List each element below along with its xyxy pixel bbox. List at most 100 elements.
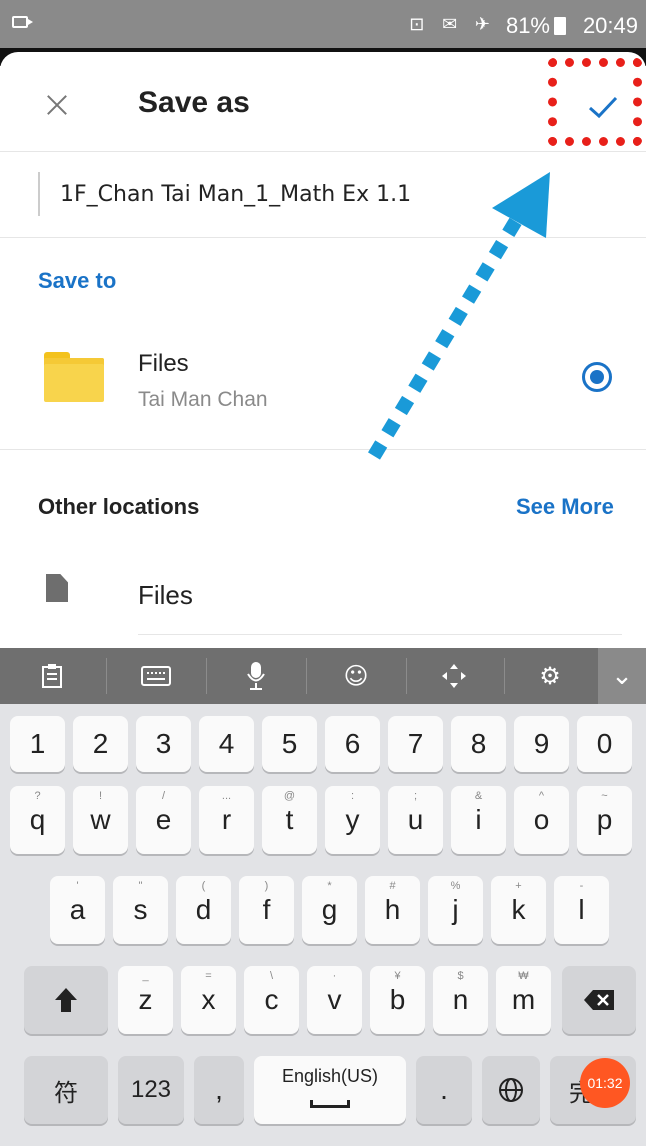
key-label: y xyxy=(345,804,360,835)
key-n[interactable]: $ n xyxy=(433,966,488,1034)
settings-icon[interactable]: ⚙ xyxy=(520,648,580,704)
key-hint: ... xyxy=(221,790,232,802)
confirm-button[interactable] xyxy=(578,82,628,132)
key-label: b xyxy=(389,984,406,1015)
symbols-key[interactable]: 符 xyxy=(24,1056,108,1124)
key-hint: ) xyxy=(264,880,269,892)
document-icon xyxy=(46,574,68,602)
key-s[interactable]: " s xyxy=(113,876,168,944)
key-c[interactable]: \ c xyxy=(244,966,299,1034)
key-label: 9 xyxy=(533,728,550,759)
key-f[interactable]: ) f xyxy=(239,876,294,944)
key-e[interactable]: / e xyxy=(136,786,191,854)
key-z[interactable]: _ z xyxy=(118,966,173,1034)
key-q[interactable]: ? q xyxy=(10,786,65,854)
key-hint: " xyxy=(138,880,143,892)
key-hint: ; xyxy=(413,790,418,802)
save-location-files[interactable]: Files Tai Man Chan xyxy=(0,330,646,450)
keyboard-icon[interactable] xyxy=(126,648,186,704)
key-hint: ₩ xyxy=(518,970,529,982)
space-key[interactable]: English(US) xyxy=(254,1056,406,1124)
key-label: x xyxy=(201,984,216,1015)
key-label: l xyxy=(578,894,585,925)
other-location-files[interactable]: Files xyxy=(0,560,646,636)
key-m[interactable]: ₩ m xyxy=(496,966,551,1034)
comma-key[interactable]: , xyxy=(194,1056,244,1124)
key-label: 1 xyxy=(29,728,46,759)
key-y[interactable]: :y xyxy=(325,786,380,854)
key-0[interactable]: 0 xyxy=(577,716,632,772)
shift-icon xyxy=(55,988,77,1012)
battery-percentage: 81% xyxy=(505,13,550,38)
key-t[interactable]: @ t xyxy=(262,786,317,854)
key-hint: - xyxy=(579,880,584,892)
filename-row xyxy=(0,152,646,238)
key-label: f xyxy=(262,894,271,925)
location-owner: Tai Man Chan xyxy=(138,388,268,411)
key-label: q xyxy=(29,804,46,835)
key-l[interactable]: -l xyxy=(554,876,609,944)
key-2[interactable]: 2 xyxy=(73,716,128,772)
key-b[interactable]: ¥ b xyxy=(370,966,425,1034)
clipboard-icon[interactable] xyxy=(22,648,82,704)
check-icon xyxy=(589,96,618,119)
key-d[interactable]: (d xyxy=(176,876,231,944)
sheet-top-edge xyxy=(0,48,646,72)
backspace-key[interactable] xyxy=(562,966,636,1034)
divider xyxy=(138,634,622,635)
key-o[interactable]: ^ o xyxy=(514,786,569,854)
key-7[interactable]: 7 xyxy=(388,716,443,772)
filename-input[interactable] xyxy=(38,172,608,216)
cursor-move-icon[interactable] xyxy=(424,648,484,704)
key-w[interactable]: ! w xyxy=(73,786,128,854)
key-5[interactable]: 5 xyxy=(262,716,317,772)
key-label: g xyxy=(321,894,338,925)
see-more-link[interactable]: See More xyxy=(516,494,614,520)
key-label: c xyxy=(264,984,279,1015)
key-label: w xyxy=(90,804,111,835)
key-3[interactable]: 3 xyxy=(136,716,191,772)
key-9[interactable]: 9 xyxy=(514,716,569,772)
key-hint: : xyxy=(350,790,355,802)
key-v[interactable]: · v xyxy=(307,966,362,1034)
key-hint: $ xyxy=(457,970,464,982)
shift-key[interactable] xyxy=(24,966,108,1034)
key-k[interactable]: + k xyxy=(491,876,546,944)
close-icon[interactable] xyxy=(42,90,72,120)
chevron-down-icon[interactable]: ⌄ xyxy=(598,648,646,704)
numbers-key[interactable]: 123 xyxy=(118,1056,184,1124)
key-8[interactable]: 8 xyxy=(451,716,506,772)
key-x[interactable]: = x xyxy=(181,966,236,1034)
key-label: p xyxy=(596,804,613,835)
key-hint: ^ xyxy=(538,790,545,802)
key-p[interactable]: ~ p xyxy=(577,786,632,854)
keyboard-toolbar: ☺ ⚙ ⌄ xyxy=(0,648,646,704)
key-i[interactable]: & i xyxy=(451,786,506,854)
key-1[interactable]: 1 xyxy=(10,716,65,772)
key-label: 8 xyxy=(470,728,487,759)
key-j[interactable]: % j xyxy=(428,876,483,944)
key-u[interactable]: ; u xyxy=(388,786,443,854)
globe-icon[interactable] xyxy=(482,1056,540,1124)
location-name: Files xyxy=(138,350,189,377)
key-h[interactable]: # h xyxy=(365,876,420,944)
key-r[interactable]: ... r xyxy=(199,786,254,854)
key-6[interactable]: 6 xyxy=(325,716,380,772)
key-hint: ~ xyxy=(601,790,608,802)
key-label: e xyxy=(155,804,172,835)
key-label: 4 xyxy=(218,728,235,759)
key-g[interactable]: * g xyxy=(302,876,357,944)
key-label: 7 xyxy=(407,728,424,759)
key-label: j xyxy=(452,894,459,925)
key-a[interactable]: ' a xyxy=(50,876,105,944)
key-4[interactable]: 4 xyxy=(199,716,254,772)
period-key[interactable]: . xyxy=(416,1056,472,1124)
emoji-icon[interactable]: ☺ xyxy=(326,648,386,704)
key-hint: ? xyxy=(34,790,41,802)
key-hint: # xyxy=(389,880,396,892)
space-bar-icon xyxy=(310,1100,350,1108)
save-to-label: Save to xyxy=(38,268,117,293)
microphone-icon[interactable] xyxy=(226,648,286,704)
key-hint: \ xyxy=(269,970,274,982)
radio-selected-icon[interactable] xyxy=(582,362,612,392)
